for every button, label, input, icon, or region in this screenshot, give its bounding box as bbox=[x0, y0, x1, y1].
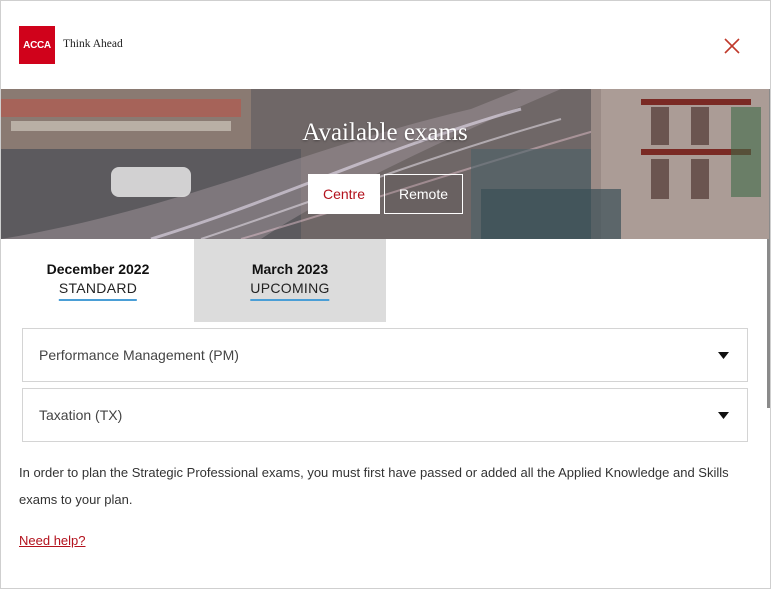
tab-status-label: UPCOMING bbox=[250, 280, 330, 301]
exam-label: Taxation (TX) bbox=[39, 407, 123, 423]
need-help-link[interactable]: Need help? bbox=[19, 533, 86, 548]
tab-status-label: STANDARD bbox=[58, 280, 138, 301]
tab-month-label: March 2023 bbox=[251, 261, 329, 277]
remote-button[interactable]: Remote bbox=[384, 174, 463, 214]
exam-accordion-pm[interactable]: Performance Management (PM) bbox=[22, 328, 748, 382]
available-exams-modal: ACCA Think Ahead Available exams Centre … bbox=[0, 0, 771, 589]
acca-logo: ACCA bbox=[19, 26, 55, 64]
hero-banner: Available exams Centre Remote bbox=[1, 89, 769, 239]
page-title: Available exams bbox=[302, 119, 468, 146]
close-icon bbox=[724, 38, 740, 54]
logo-tagline: Think Ahead bbox=[63, 38, 123, 50]
centre-button[interactable]: Centre bbox=[308, 174, 380, 214]
chevron-down-icon bbox=[718, 352, 729, 359]
modal-header: ACCA Think Ahead bbox=[1, 1, 770, 89]
background-page-glimpse bbox=[111, 579, 711, 588]
info-text: In order to plan the Strategic Professio… bbox=[19, 465, 729, 507]
tab-month-label: December 2022 bbox=[46, 261, 150, 277]
exam-label: Performance Management (PM) bbox=[39, 347, 239, 363]
tab-december-2022[interactable]: December 2022 STANDARD bbox=[2, 239, 194, 322]
street-scene-image bbox=[1, 89, 769, 239]
close-button[interactable] bbox=[723, 37, 741, 55]
tab-march-2023[interactable]: March 2023 UPCOMING bbox=[194, 239, 386, 322]
chevron-down-icon bbox=[718, 412, 729, 419]
exam-accordion-tx[interactable]: Taxation (TX) bbox=[22, 388, 748, 442]
